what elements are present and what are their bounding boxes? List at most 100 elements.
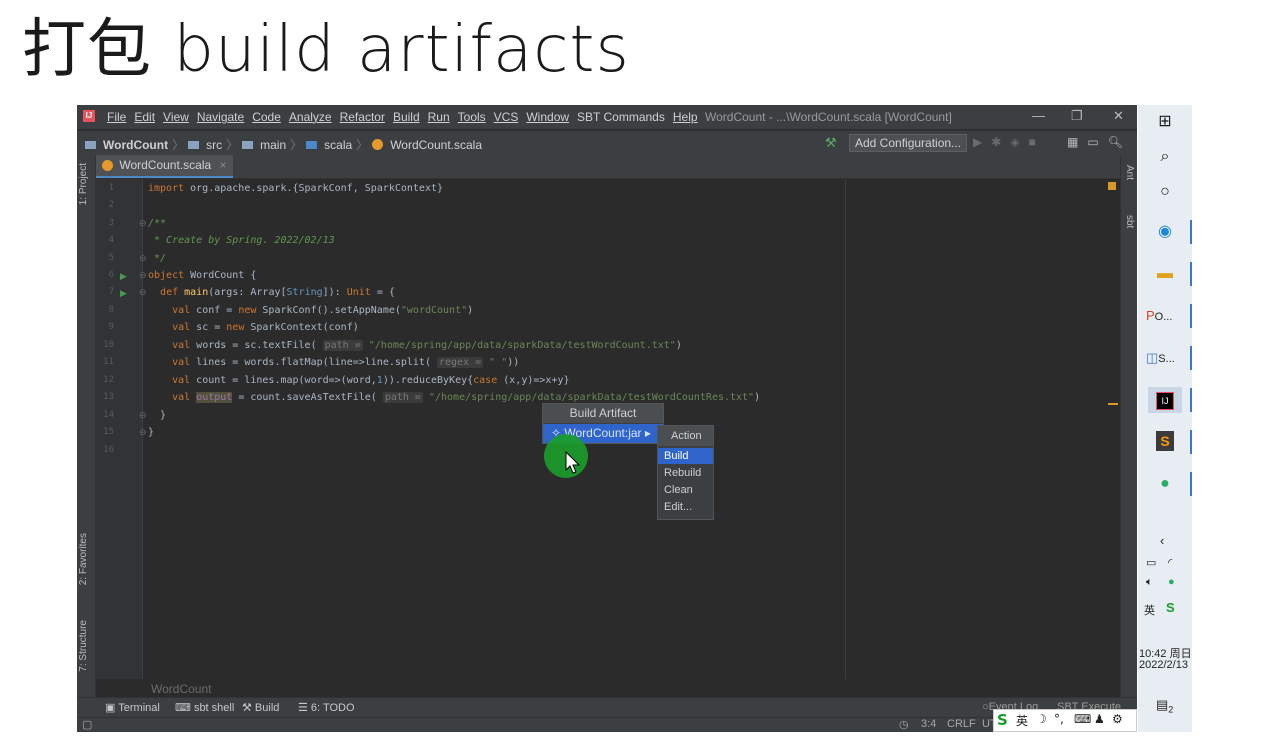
menu-tools[interactable]: Tools bbox=[458, 110, 486, 124]
search-icon[interactable]: ⌕ bbox=[1152, 144, 1178, 170]
crumb-file[interactable]: WordCount.scala bbox=[390, 138, 482, 152]
search-icon[interactable]: 🔍︎ bbox=[1108, 135, 1123, 149]
sogou-logo-icon[interactable]: S bbox=[997, 711, 1008, 729]
action-edit[interactable]: Edit... bbox=[658, 499, 713, 515]
powerpoint-taskbar-item[interactable]: PO... bbox=[1146, 303, 1186, 329]
wechat-icon[interactable]: ● bbox=[1152, 471, 1178, 497]
sbt-shell-icon: ⌨ bbox=[175, 702, 194, 714]
notification-count: 2 bbox=[1168, 704, 1174, 715]
caret-position[interactable]: 3:4 bbox=[921, 718, 936, 730]
menu-refactor[interactable]: Refactor bbox=[340, 110, 385, 124]
tab-terminal[interactable]: ▣ Terminal bbox=[105, 701, 160, 714]
code-text: = { bbox=[370, 287, 395, 298]
layout-icon[interactable]: ▢ bbox=[82, 718, 92, 731]
menu-build[interactable]: Build bbox=[393, 110, 420, 124]
sogou-tray-icon[interactable]: S bbox=[1166, 600, 1175, 615]
menu-file[interactable]: File bbox=[107, 110, 126, 124]
action-clean[interactable]: Clean bbox=[658, 482, 713, 498]
code-text: (x,y)=>x+y} bbox=[497, 375, 570, 386]
project-structure-icon[interactable]: ▦ bbox=[1067, 135, 1078, 149]
line-separator[interactable]: CRLF bbox=[947, 718, 976, 730]
structure-tool-tab[interactable]: 7: Structure bbox=[78, 620, 89, 672]
string-literal: "/home/spring/app/data/sparkData/testWor… bbox=[362, 340, 676, 351]
keyword: new bbox=[238, 305, 257, 316]
favorites-tool-tab[interactable]: 2: Favorites bbox=[78, 533, 89, 585]
keyboard-icon[interactable]: ⌨ bbox=[1074, 712, 1091, 726]
battery-icon[interactable]: ▭ bbox=[1146, 556, 1156, 569]
presentation-icon[interactable]: ▭ bbox=[1087, 135, 1098, 149]
tab-todo[interactable]: ☰ 6: TODO bbox=[298, 701, 355, 714]
menu-help[interactable]: Help bbox=[673, 110, 698, 124]
menu-view[interactable]: View bbox=[163, 110, 189, 124]
run-icon[interactable]: ▶ bbox=[973, 135, 982, 149]
run-gutter-icon[interactable]: ▶ bbox=[120, 288, 127, 299]
volume-icon[interactable]: 🔈︎ bbox=[1146, 576, 1153, 589]
wifi-icon[interactable]: ◜ bbox=[1168, 556, 1172, 569]
crumb-scala[interactable]: scala bbox=[324, 138, 352, 152]
menu-vcs[interactable]: VCS bbox=[494, 110, 519, 124]
run-gutter-icon[interactable]: ▶ bbox=[120, 271, 127, 282]
project-tool-tab[interactable]: 1: Project bbox=[78, 163, 89, 205]
code-text: count = lines.map(word=>(word, bbox=[190, 375, 377, 386]
file-explorer-icon[interactable]: ▬ bbox=[1152, 261, 1178, 287]
add-configuration-button[interactable]: Add Configuration... bbox=[849, 134, 968, 152]
fold-icon[interactable]: ⊖ bbox=[139, 287, 147, 298]
ime-language-toggle[interactable]: 英 bbox=[1016, 712, 1028, 729]
close-tab-icon[interactable]: × bbox=[220, 158, 227, 172]
menu-analyze[interactable]: Analyze bbox=[289, 110, 332, 124]
restore-icon[interactable]: ❐ bbox=[1071, 108, 1083, 124]
build-hammer-icon[interactable]: ⚒ bbox=[825, 135, 837, 151]
crumb-project[interactable]: WordCount bbox=[103, 138, 168, 152]
user-icon[interactable]: ♟ bbox=[1094, 712, 1105, 726]
fold-icon[interactable]: ⊖ bbox=[139, 410, 147, 421]
tab-sbt-shell[interactable]: ⌨ sbt shell bbox=[175, 701, 234, 714]
task-view-icon[interactable]: ○ bbox=[1152, 179, 1178, 205]
main-menu: File Edit View Navigate Code Analyze Ref… bbox=[107, 110, 698, 124]
windows-start-icon[interactable]: ⊞ bbox=[1152, 109, 1178, 135]
menu-bar: IJ File Edit View Navigate Code Analyze … bbox=[77, 105, 1137, 129]
code-text: WordCount { bbox=[184, 270, 257, 281]
tray-chevron-icon[interactable]: ‹ bbox=[1160, 533, 1164, 548]
fold-icon[interactable]: ⊖ bbox=[139, 218, 147, 229]
virtualbox-taskbar-item[interactable]: ◫S... bbox=[1146, 345, 1186, 371]
toolbox-icon[interactable]: ⚙ bbox=[1112, 712, 1123, 726]
ime-mode-indicator[interactable]: 英 bbox=[1144, 602, 1155, 618]
code-text: ]): bbox=[322, 287, 347, 298]
clock-date[interactable]: 2022/2/13 bbox=[1139, 659, 1188, 671]
moon-icon[interactable]: ☽ bbox=[1036, 712, 1047, 726]
edge-browser-icon[interactable]: ◉ bbox=[1152, 219, 1178, 245]
fold-icon[interactable]: ⊖ bbox=[139, 427, 147, 438]
action-rebuild[interactable]: Rebuild bbox=[658, 465, 713, 481]
minimize-icon[interactable]: — bbox=[1032, 108, 1045, 123]
menu-code[interactable]: Code bbox=[252, 110, 281, 124]
tab-build[interactable]: ⚒ Build bbox=[242, 701, 279, 714]
sublime-text-icon[interactable]: S bbox=[1152, 429, 1178, 455]
code-text: conf = bbox=[190, 305, 239, 316]
wechat-tray-icon[interactable]: ● bbox=[1168, 576, 1175, 588]
intellij-taskbar-icon[interactable]: IJ bbox=[1148, 387, 1182, 413]
crumb-src[interactable]: src bbox=[206, 138, 222, 152]
debug-icon[interactable]: ✱ bbox=[991, 135, 1001, 149]
notification-center[interactable]: ▤2 bbox=[1156, 697, 1173, 715]
punctuation-icon[interactable]: °, bbox=[1054, 712, 1064, 726]
coverage-icon[interactable]: ◈ bbox=[1010, 135, 1019, 149]
crumb-main[interactable]: main bbox=[260, 138, 286, 152]
warning-stripe[interactable] bbox=[1108, 403, 1118, 405]
fold-icon[interactable]: ⊖ bbox=[139, 270, 147, 281]
stop-icon[interactable]: ■ bbox=[1029, 135, 1036, 149]
menu-edit[interactable]: Edit bbox=[134, 110, 155, 124]
fold-icon[interactable]: ⊖ bbox=[139, 253, 147, 264]
ant-tool-tab[interactable]: Ant bbox=[1124, 165, 1135, 180]
menu-sbt-commands[interactable]: SBT Commands bbox=[577, 110, 665, 124]
action-build[interactable]: Build bbox=[658, 448, 713, 464]
close-window-icon[interactable]: ✕ bbox=[1113, 108, 1124, 124]
warning-marker-icon[interactable] bbox=[1108, 182, 1116, 190]
menu-navigate[interactable]: Navigate bbox=[197, 110, 244, 124]
menu-window[interactable]: Window bbox=[526, 110, 569, 124]
sbt-tool-tab[interactable]: sbt bbox=[1124, 215, 1135, 228]
menu-run[interactable]: Run bbox=[428, 110, 450, 124]
tab-wordcount-scala[interactable]: WordCount.scala × bbox=[96, 155, 233, 178]
footer-breadcrumb[interactable]: WordCount bbox=[151, 682, 211, 696]
line-number: 3 bbox=[108, 218, 114, 228]
code-line-15: } bbox=[148, 427, 155, 438]
